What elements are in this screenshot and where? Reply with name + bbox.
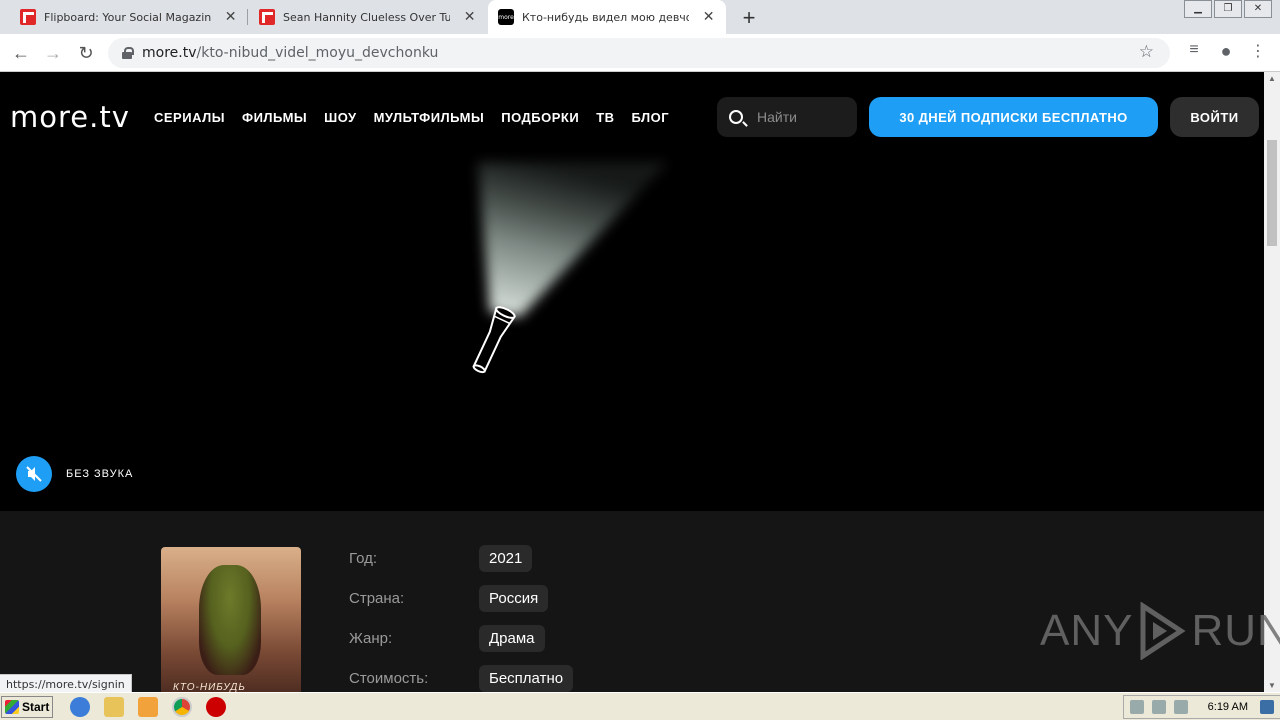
search-icon: [729, 110, 743, 124]
profile-icon[interactable]: ●: [1214, 41, 1238, 62]
search-box[interactable]: [717, 97, 857, 137]
ie-icon[interactable]: [70, 697, 90, 717]
fact-value-country[interactable]: Россия: [479, 585, 549, 612]
flipboard-icon: [259, 9, 275, 25]
mute-button[interactable]: [16, 456, 52, 492]
mute-label: БЕЗ ЗВУКА: [66, 468, 134, 480]
lock-icon: [122, 47, 134, 59]
media-control-icon[interactable]: ≡: [1182, 41, 1206, 59]
anyrun-watermark: ANY RUN: [1040, 602, 1280, 660]
url-host: more.tv: [142, 45, 197, 61]
site-logo[interactable]: more.tv: [10, 100, 130, 134]
tab-flipboard[interactable]: Flipboard: Your Social Magazine ✕: [10, 0, 248, 34]
menu-item-serials[interactable]: СЕРИАЛЫ: [154, 110, 225, 125]
fact-label: Страна:: [349, 590, 405, 607]
light-beam: [478, 162, 668, 317]
fact-label: Год:: [349, 550, 378, 567]
chrome-icon[interactable]: [172, 697, 192, 717]
start-label: Start: [22, 700, 50, 714]
search-input[interactable]: [757, 109, 847, 125]
watermark-right: RUN: [1191, 606, 1280, 655]
scroll-down-icon[interactable]: ▼: [1268, 681, 1276, 690]
main-menu: СЕРИАЛЫ ФИЛЬМЫ ШОУ МУЛЬТФИЛЬМЫ ПОДБОРКИ …: [154, 110, 686, 125]
quick-launch: [70, 697, 240, 717]
windows-taskbar: Start 6:19 AM: [0, 692, 1280, 720]
tab-more-tv[interactable]: more Кто-нибудь видел мою девчонку? ✕: [488, 0, 726, 34]
tab-title: Кто-нибудь видел мою девчонку?: [522, 10, 689, 24]
fact-value-price: Бесплатно: [479, 665, 574, 692]
show-desktop-icon[interactable]: [1260, 700, 1274, 714]
browser-tab-bar: Flipboard: Your Social Magazine ✕ Sean H…: [0, 0, 1280, 34]
browser-toolbar: ← → ↻ more.tv/kto-nibud_videl_moyu_devch…: [0, 34, 1280, 72]
menu-item-blog[interactable]: БЛОГ: [632, 110, 670, 125]
menu-item-films[interactable]: ФИЛЬМЫ: [242, 110, 307, 125]
tab-hannity[interactable]: Sean Hannity Clueless Over Tucker C ✕: [249, 0, 487, 34]
site-header: more.tv СЕРИАЛЫ ФИЛЬМЫ ШОУ МУЛЬТФИЛЬМЫ П…: [0, 72, 1264, 162]
volume-icon[interactable]: [1129, 700, 1144, 714]
reload-icon[interactable]: ↻: [73, 40, 99, 66]
tab-separator: [247, 9, 248, 25]
fact-value-genre[interactable]: Драма: [479, 625, 545, 652]
menu-item-shows[interactable]: ШОУ: [324, 110, 356, 125]
explorer-icon[interactable]: [104, 697, 124, 717]
menu-dots-icon[interactable]: ⋮: [1246, 41, 1270, 61]
poster-figure: [199, 565, 261, 675]
system-tray: 6:19 AM: [1122, 695, 1280, 719]
flipboard-icon: [20, 9, 36, 25]
minimize-button[interactable]: ▁: [1184, 0, 1212, 18]
flashlight-icon: [472, 306, 516, 374]
windows-flag-icon: [5, 700, 19, 714]
forward-icon[interactable]: →: [40, 40, 66, 66]
watermark-left: ANY: [1040, 606, 1134, 655]
url-path: /kto-nibud_videl_moyu_devchonku: [196, 45, 439, 61]
media-player-icon[interactable]: [138, 697, 158, 717]
play-triangle-icon: [1140, 602, 1187, 660]
flag-icon[interactable]: [1173, 700, 1188, 714]
menu-item-collections[interactable]: ПОДБОРКИ: [501, 110, 579, 125]
fact-label: Стоимость:: [349, 670, 429, 687]
back-icon[interactable]: ←: [8, 40, 34, 66]
network-icon[interactable]: [1151, 700, 1166, 714]
close-icon[interactable]: ✕: [223, 9, 238, 25]
more-tv-icon: more: [498, 9, 514, 25]
new-tab-button[interactable]: +: [738, 5, 760, 31]
speaker-muted-icon: [26, 466, 42, 482]
opera-icon[interactable]: [206, 697, 226, 717]
tab-title: Flipboard: Your Social Magazine: [44, 10, 212, 24]
bookmark-star-icon[interactable]: ☆: [1139, 42, 1154, 62]
window-controls: ▁ ❐ ✕: [1182, 0, 1272, 18]
scroll-up-icon[interactable]: ▲: [1268, 74, 1276, 83]
close-icon[interactable]: ✕: [701, 9, 716, 25]
movie-poster: КТО-НИБУДЬ: [161, 547, 301, 692]
page-scrollbar[interactable]: ▲ ▼: [1264, 72, 1280, 692]
menu-item-tv[interactable]: ТВ: [596, 110, 614, 125]
scrollbar-thumb[interactable]: [1267, 140, 1277, 246]
tab-title: Sean Hannity Clueless Over Tucker C: [283, 10, 451, 24]
free-trial-button[interactable]: 30 ДНЕЙ ПОДПИСКИ БЕСПЛАТНО: [869, 97, 1158, 137]
menu-item-cartoons[interactable]: МУЛЬТФИЛЬМЫ: [374, 110, 485, 125]
close-window-button[interactable]: ✕: [1244, 0, 1272, 18]
more-tv-page: more.tv СЕРИАЛЫ ФИЛЬМЫ ШОУ МУЛЬТФИЛЬМЫ П…: [0, 72, 1264, 692]
clock: 6:19 AM: [1207, 701, 1248, 713]
poster-title: КТО-НИБУДЬ: [173, 682, 246, 692]
address-bar[interactable]: more.tv/kto-nibud_videl_moyu_devchonku ☆: [108, 38, 1170, 68]
fact-value-year[interactable]: 2021: [479, 545, 533, 572]
fact-label: Жанр:: [349, 630, 393, 647]
close-icon[interactable]: ✕: [462, 9, 477, 25]
start-button[interactable]: Start: [1, 696, 53, 718]
maximize-button[interactable]: ❐: [1214, 0, 1242, 18]
login-button[interactable]: ВОЙТИ: [1170, 97, 1259, 137]
